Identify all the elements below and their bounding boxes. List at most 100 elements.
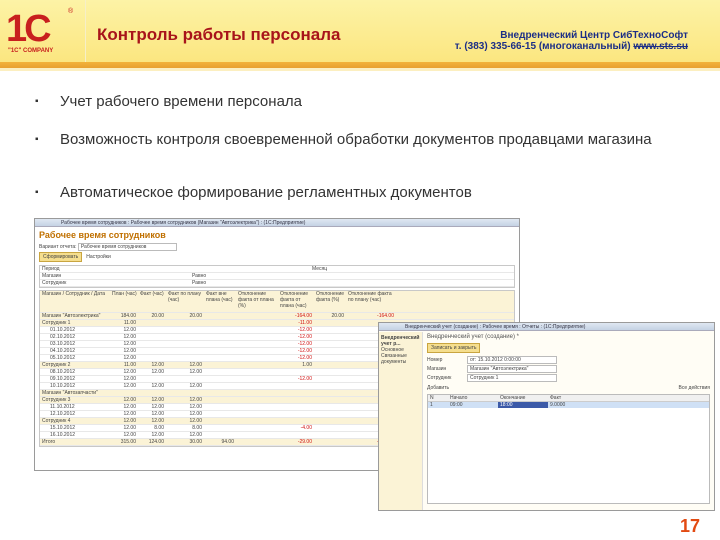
column-header: Отклонение факта (%) <box>316 291 345 303</box>
table-cell: -29.00 <box>297 439 312 445</box>
window-titlebar: Внедренческий учет (создание) : Рабочее … <box>379 323 714 331</box>
table-cell: 12.00 <box>151 397 164 403</box>
side-title: Внедренческий учет р... <box>381 335 420 347</box>
filter-row[interactable]: Период Месяц <box>40 266 514 273</box>
table-cell: 05.10.2012 <box>50 355 76 361</box>
variant-label: Вариант отчета: <box>39 244 77 250</box>
table-cell: 94.00 <box>221 439 234 445</box>
doc-table: N Начало Окончание Факт 1 09:00 18:00 9.0000 <box>427 394 710 504</box>
company-site[interactable]: www.sts.su <box>633 41 688 52</box>
bullet-text: Возможность контроля своевременной обраб… <box>60 131 652 148</box>
table-cell: 12.00 <box>151 432 164 438</box>
logo-mark: 1С <box>6 8 52 50</box>
table-cell: 30.00 <box>189 439 202 445</box>
table-cell: 12.00 <box>123 411 136 417</box>
save-close-button[interactable]: Записать и закрыть <box>427 343 481 353</box>
table-cell: 12.00 <box>189 432 202 438</box>
filter-name: Сотрудник <box>42 280 67 286</box>
table-cell: 1.00 <box>302 362 312 368</box>
table-cell: Сотрудник 1 <box>42 320 71 326</box>
table-cell: 12.00 <box>189 418 202 424</box>
table-cell: Итого <box>42 439 56 445</box>
side-item-related[interactable]: Связанные документы <box>381 353 420 365</box>
table-cell: 10.10.2012 <box>50 383 76 389</box>
add-button[interactable]: Добавить <box>427 385 449 391</box>
bullet-icon: ▪ <box>35 187 39 198</box>
table-cell: Сотрудник 2 <box>42 362 71 368</box>
company-phone: т. (383) 335-66-15 (многоканальный) <box>454 41 631 52</box>
logo-caption: "1C" COMPANY <box>8 48 54 54</box>
registered-icon: ® <box>68 8 74 15</box>
header-divider-light <box>0 68 720 71</box>
column-header: Факт вне плана (час) <box>206 291 233 303</box>
table-row[interactable]: 1 09:00 18:00 9.0000 <box>428 402 709 408</box>
filter-row[interactable]: Сотрудник Равно <box>40 280 514 287</box>
table-cell: 20.00 <box>151 313 164 319</box>
form-field: Номер от: 15.10.2012 0:00:00 <box>427 356 710 364</box>
table-cell: 12.00 <box>123 348 136 354</box>
table-cell: -12.00 <box>297 355 312 361</box>
table-cell: -12.00 <box>297 334 312 340</box>
form-field: Магазин Магазин "Автоэлектрика" <box>427 365 710 373</box>
table-cell: 15.10.2012 <box>50 425 76 431</box>
column-header: План (час) <box>112 291 137 297</box>
table-cell: 01.10.2012 <box>50 327 76 333</box>
field-input[interactable]: Магазин "Автоэлектрика" <box>467 365 557 373</box>
table-cell: 8.00 <box>154 425 164 431</box>
column-header: Отклонение факта от плана (час) <box>280 291 309 309</box>
form-field: Сотрудник Сотрудник 1 <box>427 374 710 382</box>
table-cell: 12.00 <box>151 383 164 389</box>
table-cell: 184.00 <box>120 313 136 319</box>
table-cell: 12.00 <box>123 341 136 347</box>
table-cell: 18:00 <box>498 402 548 408</box>
table-cell: 12.00 <box>189 362 202 368</box>
field-input[interactable]: Сотрудник 1 <box>467 374 557 382</box>
table-cell: 315.00 <box>120 439 136 445</box>
filter-value: Месяц <box>312 266 328 272</box>
generate-button[interactable]: Сформировать <box>39 252 83 262</box>
table-cell: 12.00 <box>151 418 164 424</box>
column-header: Магазин / Сотрудник / Дата <box>42 291 105 297</box>
filter-name: Магазин <box>42 273 62 279</box>
table-cell: 12.00 <box>123 376 136 382</box>
table-cell: 04.10.2012 <box>50 348 76 354</box>
table-cell: 20.00 <box>189 313 202 319</box>
table-cell: 124.00 <box>148 439 164 445</box>
all-actions-button[interactable]: Все действия <box>679 385 710 391</box>
filter-name: Период <box>42 266 60 272</box>
slide-title: Контроль работы персонала <box>97 25 341 44</box>
table-cell: -11.00 <box>298 320 312 326</box>
table-cell: -12.00 <box>297 376 312 382</box>
column-header: Отклонение факта по плану (час) <box>348 291 392 303</box>
table-cell: 16.10.2012 <box>50 432 76 438</box>
field-input[interactable]: от: 15.10.2012 0:00:00 <box>467 356 557 364</box>
settings-button[interactable]: Настройки <box>86 254 111 260</box>
column-header: Окончание <box>500 395 526 401</box>
column-header: Факт по плану (час) <box>168 291 202 303</box>
table-row: Магазин "Автоэлектрика" 184.00 20.00 20.00 -… <box>40 313 514 320</box>
company-info: Внедренческий Центр СибТехноСофт т. (383… <box>412 30 688 52</box>
table-cell: 12.00 <box>189 397 202 403</box>
filters-grid: Период Месяц Магазин Равно Сотрудник Равно <box>39 265 515 288</box>
bullet-text: Автоматическое формирование регламентных… <box>60 184 472 201</box>
table-cell: Магазин "Автоэлектрика" <box>42 313 101 319</box>
table-cell: -164.00 <box>295 313 312 319</box>
column-header: Факт <box>550 395 562 401</box>
table-cell: 12.00 <box>123 397 136 403</box>
filter-row[interactable]: Магазин Равно <box>40 273 514 280</box>
table-cell: Сотрудник 4 <box>42 418 71 424</box>
column-header: Начало <box>450 395 468 401</box>
table-cell: 20.00 <box>331 313 344 319</box>
table-cell: 03.10.2012 <box>50 341 76 347</box>
variant-field[interactable]: Рабочее время сотрудников <box>77 243 178 251</box>
header-separator <box>85 0 86 62</box>
table-cell: 09:00 <box>450 402 463 408</box>
table-cell: -12.00 <box>297 348 312 354</box>
filter-condition: Равно <box>192 273 207 279</box>
bullet-icon: ▪ <box>35 96 39 107</box>
filter-condition: Равно <box>192 280 207 286</box>
table-cell: 12.00 <box>123 327 136 333</box>
field-label: Номер <box>427 357 443 363</box>
1c-logo: 1С ® "1C" COMPANY <box>6 8 76 60</box>
page-number: 17 <box>680 516 701 536</box>
